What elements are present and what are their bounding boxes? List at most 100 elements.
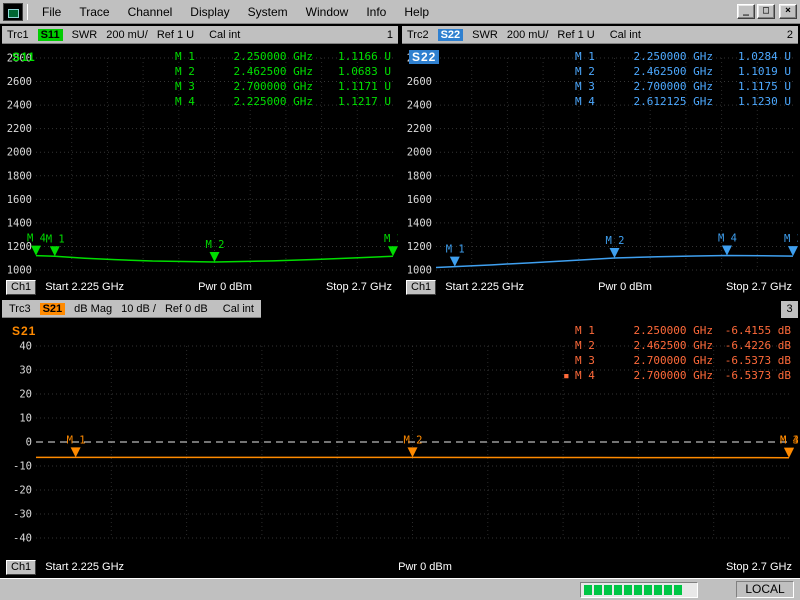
marker-readout-mn: M 3 [575,80,595,93]
plot-area-trc1[interactable]: 2800 2600 2400 2200 2000 1800 1600 1400 1200 1000… [2,44,398,278]
channel-footer-trc1: Ch1 Start 2.225 GHz Pwr 0 dBm Stop 2.7 G… [2,278,398,296]
s-parameter-badge[interactable]: S22 [437,28,464,41]
menu-item-trace[interactable]: Trace [70,2,118,22]
marker-readout-row: M 4 2.225000 GHz 1.1217 U [163,94,391,109]
y-axis-tick-label: 1400 [7,217,32,229]
y-axis-tick-label: 1400 [407,217,432,229]
marker-readout-mf: 2.250000 GHz [633,324,713,337]
minimize-button[interactable]: _ [737,4,755,19]
marker-triangle-icon [721,245,732,256]
marker-readout-mf: 2.612125 GHz [633,95,713,108]
marker-plot-label: M 3 [784,233,798,245]
y-axis-tick-label: 40 [19,341,32,353]
plot-area-trc3[interactable]: 40 30 20 10 0 -10 -20 -30 -40 M 1 M 2 M 3 M 4 S21 M … [2,318,798,558]
y-axis-tick-label: 2000 [7,147,32,159]
marker-plot-label: M 2 [606,235,625,247]
menu-item-system[interactable]: System [239,2,297,22]
y-axis-tick-label: 2600 [7,76,32,88]
power-level: Pwr 0 dBm [198,281,252,293]
close-button[interactable]: × [779,4,797,19]
marker-m4: M 4 [780,435,798,458]
menu-item-channel[interactable]: Channel [119,2,182,22]
trace-scale: 200 mU/ [506,28,549,41]
progress-block [584,584,592,595]
marker-m1: M 1 [67,434,86,458]
power-level: Pwr 0 dBm [598,281,652,293]
marker-readout-mb [563,94,575,109]
marker-readout-mn: M 1 [175,50,195,63]
marker-triangle-icon [784,447,794,458]
menu-item-file[interactable]: File [33,2,70,22]
app-icon[interactable] [3,2,23,21]
y-axis-tick-label: 2600 [407,76,432,88]
channel-badge[interactable]: Ch1 [6,279,37,295]
channel-badge[interactable]: Ch1 [6,559,37,575]
status-bar: LOCAL [0,578,800,600]
y-axis-tick-label: -30 [13,509,32,521]
menu-item-info[interactable]: Info [357,2,395,22]
menu-item-help[interactable]: Help [395,2,438,22]
y-axis-tick-label: 30 [19,365,32,377]
menu-separator [27,3,28,20]
marker-m2: M 2 [606,235,625,258]
marker-readout-mv: -6.4226 dB [724,339,791,352]
menu-item-display[interactable]: Display [181,2,238,22]
marker-readout-mb [163,64,175,79]
menu-item-window[interactable]: Window [297,2,358,22]
stop-frequency: Stop 2.7 GHz [725,281,792,293]
marker-readout-row: M 1 2.250000 GHz 1.0284 U [563,49,791,64]
marker-readout-mn: M 1 [575,324,595,337]
trace-name[interactable]: Trc2 [407,29,429,41]
channel-badge[interactable]: Ch1 [406,279,437,295]
plot-area-trc2[interactable]: 2800260024002200200018001600140012001000… [402,44,798,278]
y-axis-tick-label: 1800 [407,170,432,182]
marker-plot-label: M 2 [206,239,225,251]
marker-readout-mv: 1.1230 U [738,95,791,108]
y-axis-tick-label: 20 [19,389,32,401]
marker-plot-label: M 1 [67,434,86,446]
marker-readout-mn: M 3 [575,354,595,367]
maximize-button[interactable]: □ [757,4,775,19]
trace-format: dB Mag [74,302,113,315]
marker-m2: M 2 [404,434,422,458]
window-number: 2 [786,28,793,41]
marker-readout-mn: M 3 [175,80,195,93]
active-parameter-label[interactable]: S21 [9,324,39,338]
marker-readout-mn: M 4 [575,369,595,382]
trace-ref: Ref 0 dB [164,302,208,315]
trace-ref: Ref 1 U [557,28,595,41]
marker-readout-list: M 1 2.250000 GHz 1.0284 U M 2 2.462500 GHz 1.… [563,49,791,109]
trace-name[interactable]: Trc1 [7,29,29,41]
marker-readout-mf: 2.250000 GHz [233,50,313,63]
marker-readout-mb [563,353,575,368]
active-parameter-label[interactable]: S11 [9,50,39,64]
active-parameter-label[interactable]: S22 [409,50,440,64]
window-number: 1 [386,28,393,41]
trace-name[interactable]: Trc3 [9,303,31,315]
marker-readout-mf: 2.700000 GHz [633,369,713,382]
s-parameter-badge[interactable]: S11 [37,28,63,41]
marker-triangle-icon [788,246,798,257]
marker-readout-mv: 1.1171 U [338,80,391,93]
marker-readout-mb [163,94,175,109]
marker-readout-row: M 2 2.462500 GHz 1.1019 U [563,64,791,79]
s-parameter-badge[interactable]: S21 [39,302,66,315]
marker-readout-row: M 3 2.700000 GHz 1.1175 U [563,79,791,94]
menu-bar: File Trace Channel Display System Window Info H… [0,0,800,24]
trace-header-row-trc3: Trc3 S21 dB Mag 10 dB / Ref 0 dB Cal int… [2,300,798,318]
y-axis-tick-label: 1000 [7,265,32,277]
trace-panel-trc2: Trc2 S22 SWR 200 mU/ Ref 1 U Cal int 2 2… [402,26,798,296]
progress-block [624,584,632,595]
marker-readout-row: M 1 2.250000 GHz -6.4155 dB [563,323,791,338]
marker-m4: M 4 [718,233,737,256]
marker-m1: M 1 [446,244,465,267]
window-controls: _ □ × [737,4,797,19]
sweep-progress-indicator [580,581,698,598]
marker-readout-mb [563,49,575,64]
start-frequency: Start 2.225 GHz [45,281,125,293]
start-frequency: Start 2.225 GHz [445,281,525,293]
marker-readout-mn: M 1 [575,50,595,63]
marker-readout-mb [563,79,575,94]
trace-panel-trc1: Trc1 S11 SWR 200 mU/ Ref 1 U Cal int 1 2… [2,26,398,296]
vna-application-window: File Trace Channel Display System Window Info H… [0,0,800,600]
